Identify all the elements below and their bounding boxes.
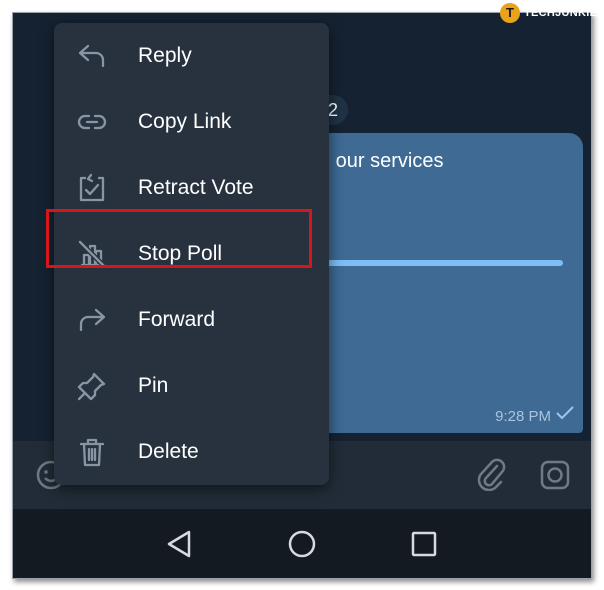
phone-screen: er 2 ith our services 9:28 PM [12,12,592,579]
poll-question: ith our services [309,150,444,172]
stop-poll-highlight [46,209,312,268]
logo-mark: T [500,3,520,23]
menu-item-pin[interactable]: Pin [54,353,329,419]
home-button[interactable] [287,529,317,559]
techjunkie-logo: T TECHJUNKIE [500,2,597,24]
menu-item-label: Pin [138,374,169,397]
message-time: 9:28 PM [495,408,551,425]
reply-icon [76,40,108,72]
menu-item-label: Forward [138,308,216,331]
retract-vote-icon [76,172,108,204]
menu-item-label: Delete [138,440,199,463]
poll-results-bar [291,260,563,266]
system-nav-bar [13,509,591,578]
back-button[interactable] [165,529,193,559]
menu-item-delete[interactable]: Delete [54,419,329,485]
logo-text: TECHJUNKIE [524,7,598,19]
attach-icon[interactable] [475,457,507,491]
trash-icon [76,436,108,468]
menu-item-reply[interactable]: Reply [54,23,329,89]
forward-icon [76,304,108,336]
link-icon [76,106,108,138]
pin-icon [76,370,108,402]
menu-item-forward[interactable]: Forward [54,287,329,353]
menu-item-label: Copy Link [138,110,232,133]
camera-icon[interactable] [539,459,571,491]
check-icon [555,405,575,421]
menu-item-copy-link[interactable]: Copy Link [54,89,329,155]
menu-item-label: Reply [138,44,192,67]
recents-button[interactable] [411,531,437,557]
